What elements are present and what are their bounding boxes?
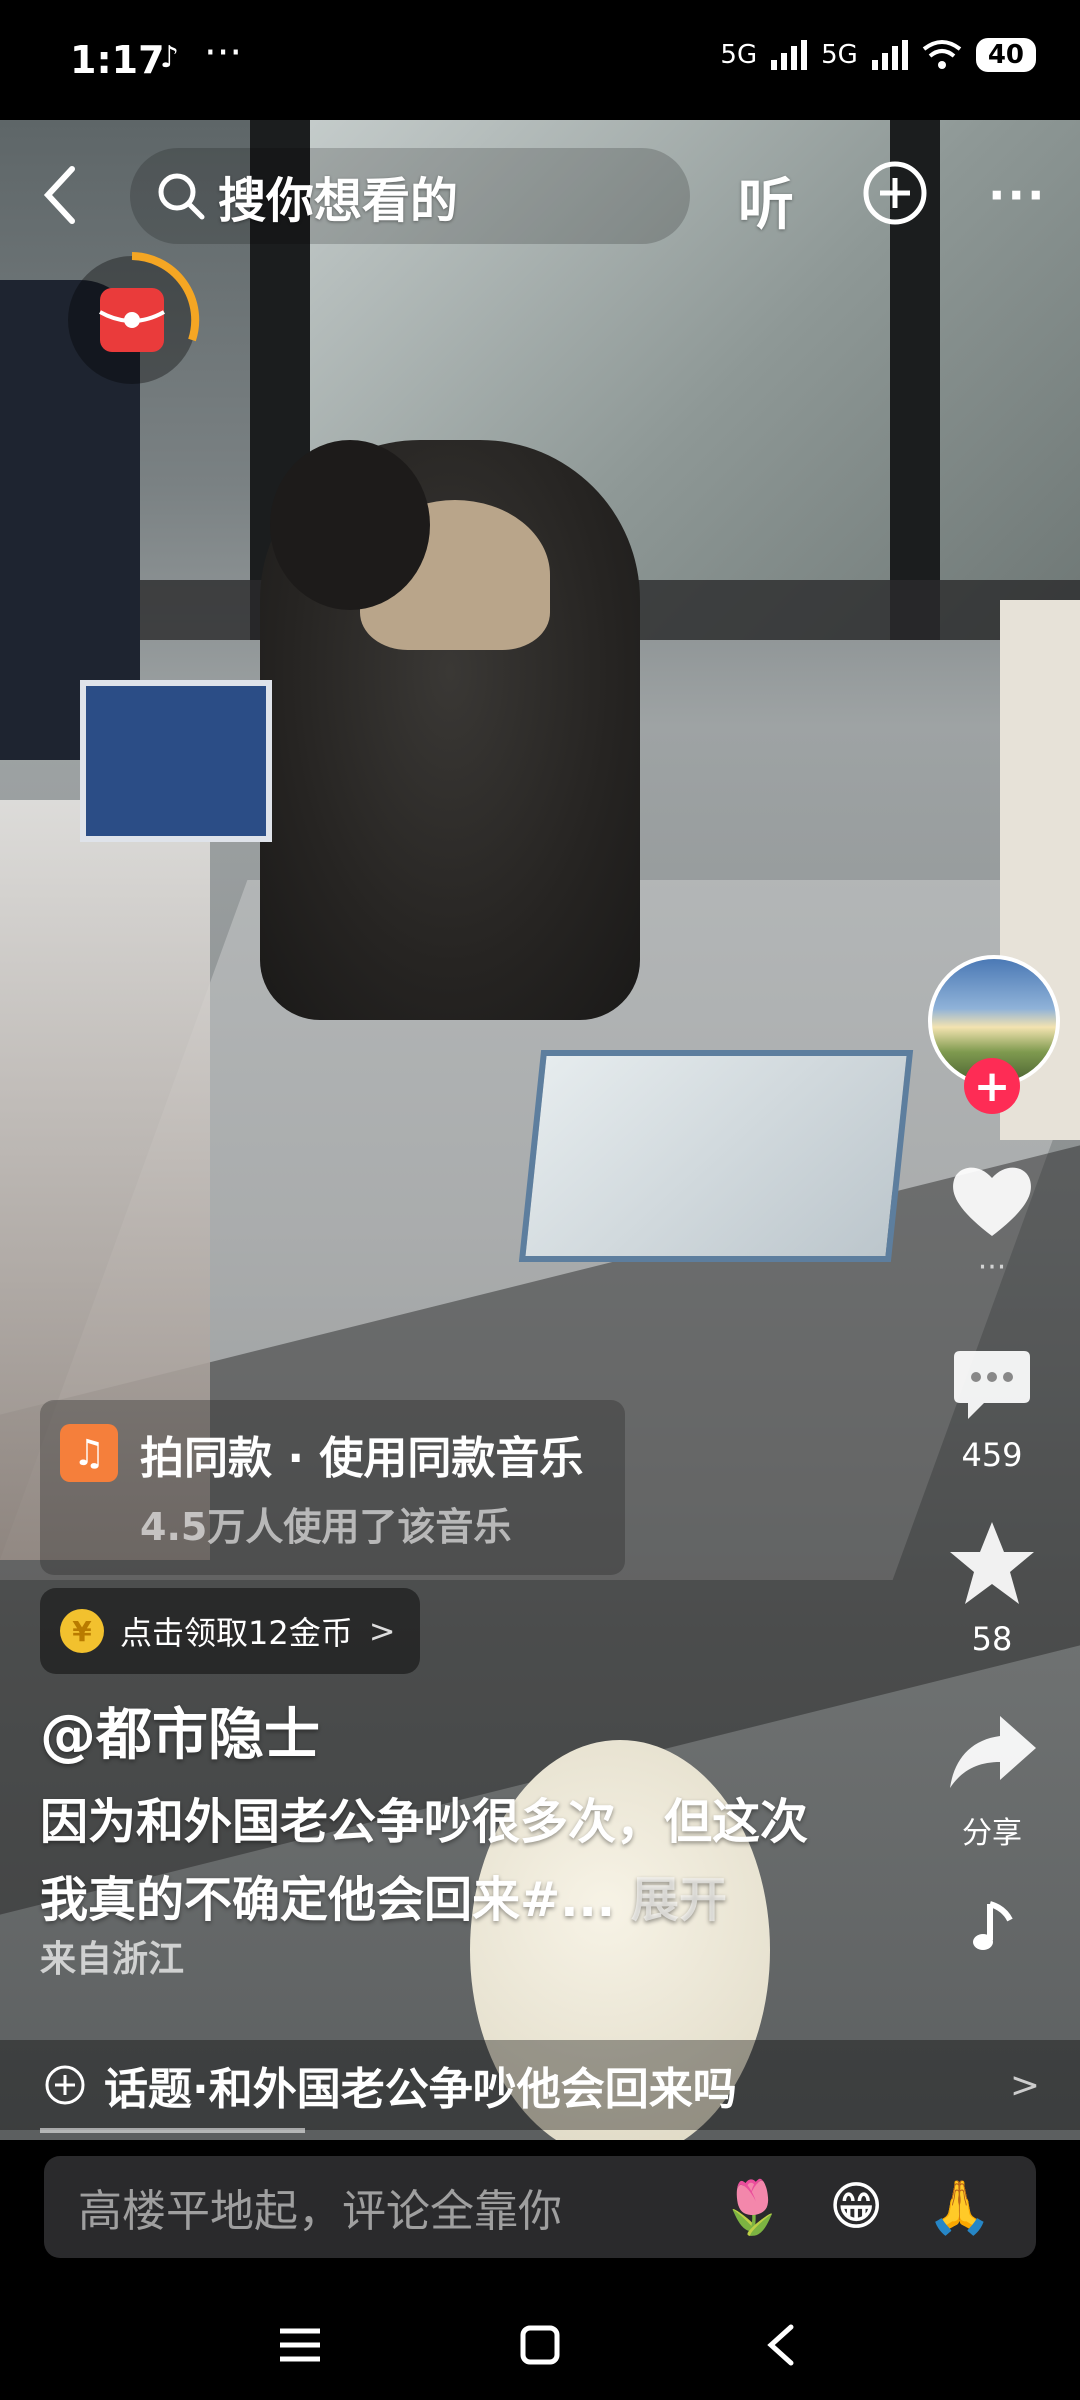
search-placeholder: 搜你想看的	[218, 173, 459, 229]
video-puzzle-box	[80, 680, 272, 842]
author-name[interactable]: @都市隐士	[40, 1690, 320, 1771]
comment-input[interactable]: 高楼平地起，评论全靠你 🌷 😁 🙏	[44, 2156, 1036, 2258]
expand-button[interactable]: 展开	[631, 1872, 727, 1928]
tiktok-icon: ♪	[160, 40, 180, 75]
system-nav-bar	[0, 2290, 1080, 2400]
post-description-line1: 因为和外国老公争吵很多次，但这次	[40, 1794, 809, 1850]
search-icon	[158, 173, 205, 220]
nav-menu-button[interactable]	[270, 2315, 330, 2375]
network-5g-label-2: 5G	[821, 40, 858, 70]
heart-icon[interactable]	[948, 1160, 1036, 1240]
topic-text: 话题·和外国老公争吵他会回来吗	[104, 2064, 737, 2115]
coin-promo-text: 点击领取12金币	[120, 1614, 353, 1652]
nav-home-button[interactable]	[510, 2315, 570, 2375]
back-chevron-icon	[767, 2324, 794, 2366]
coin-promo-button[interactable]: ¥ 点击领取12金币 >	[40, 1588, 420, 1674]
emoji-pray-button[interactable]: 🙏	[927, 2177, 992, 2238]
more-options-icon[interactable]: ···	[988, 168, 1046, 222]
comment-count: 459	[961, 1436, 1023, 1474]
star-icon[interactable]	[948, 1520, 1036, 1606]
status-icons: 5G 5G 40	[720, 38, 1036, 72]
signal-icon	[871, 40, 908, 70]
video-child-head	[270, 440, 430, 610]
listen-button[interactable]: 听	[738, 160, 794, 241]
nav-back-button[interactable]	[750, 2315, 810, 2375]
video-board	[518, 1050, 914, 1262]
like-count: ···	[977, 1250, 1007, 1285]
favorite-count: 58	[971, 1620, 1013, 1658]
video-progress-bar[interactable]	[40, 2128, 305, 2133]
post-description-line2: 我真的不确定他会回来#... 展开	[40, 1860, 727, 1930]
music-note-badge-icon: ♫	[60, 1424, 118, 1482]
emoji-grin-button[interactable]: 😁	[829, 2177, 883, 2237]
home-square-icon	[520, 2325, 560, 2365]
signal-icon	[771, 40, 808, 70]
wifi-icon	[922, 40, 962, 69]
red-packet-icon[interactable]	[62, 250, 202, 390]
music-usage-count: 4.5万人使用了该音乐	[140, 1505, 512, 1549]
music-use-label[interactable]: 拍同款 · 使用同款音乐	[140, 1422, 583, 1486]
battery-indicator: 40	[975, 38, 1036, 72]
post-description-text: 我真的不确定他会回来#...	[40, 1872, 615, 1928]
comment-placeholder: 高楼平地起，评论全靠你	[78, 2186, 562, 2237]
comment-icon[interactable]	[950, 1345, 1034, 1425]
menu-icon	[280, 2328, 320, 2362]
status-time: 1:17	[70, 38, 165, 82]
music-note-icon[interactable]	[970, 1900, 1016, 1956]
chevron-right-icon: >	[368, 1612, 396, 1650]
network-5g-label: 5G	[720, 40, 758, 70]
back-button[interactable]	[30, 160, 90, 230]
back-arrow-icon	[43, 166, 75, 224]
chevron-right-icon: >	[1009, 2064, 1040, 2106]
share-label: 分享	[962, 1816, 1022, 1851]
topic-add-icon	[45, 2065, 85, 2105]
share-icon[interactable]	[948, 1712, 1038, 1792]
status-more: ···	[204, 30, 243, 76]
gold-coin-icon: ¥	[60, 1609, 104, 1653]
emoji-tulip-button[interactable]: 🌷	[720, 2177, 785, 2238]
search-box[interactable]: 搜你想看的	[130, 148, 690, 244]
follow-button[interactable]: +	[964, 1058, 1020, 1114]
topic-bar[interactable]: 话题·和外国老公争吵他会回来吗 >	[0, 2040, 1080, 2130]
add-circle-icon[interactable]	[862, 160, 928, 226]
post-location: 来自浙江	[40, 1939, 185, 1980]
